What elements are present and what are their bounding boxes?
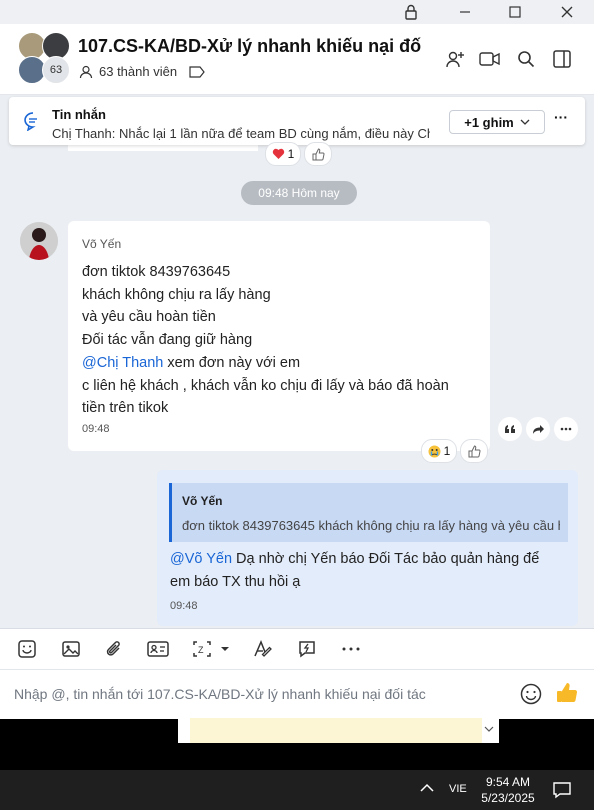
- message-line: đơn tiktok 8439763645: [82, 264, 231, 280]
- incoming-message-bubble[interactable]: Võ Yến đơn tiktok 8439763645 khách không…: [68, 221, 490, 451]
- pinned-more-icon[interactable]: ···: [554, 109, 568, 125]
- format-text-icon[interactable]: [252, 638, 274, 660]
- time-separator: 09:48 Hôm nay: [241, 181, 357, 205]
- crying-reaction[interactable]: 1: [421, 439, 457, 463]
- video-call-icon[interactable]: [476, 45, 504, 73]
- message-time: 09:48: [82, 423, 110, 435]
- reply-line: @Võ Yến Dạ nhờ chị Yến báo Đối Tác bảo q…: [170, 548, 560, 571]
- quoted-text: đơn tiktok 8439763645 khách không chịu r…: [182, 518, 560, 533]
- image-icon[interactable]: [60, 638, 82, 660]
- emoji-icon[interactable]: [520, 683, 542, 705]
- language-indicator[interactable]: VIE: [449, 783, 467, 795]
- member-count[interactable]: 63 thành viên: [99, 64, 177, 79]
- pinned-count-label: +1 ghim: [464, 114, 514, 130]
- avatar-count: 63: [42, 56, 70, 84]
- sender-avatar[interactable]: [20, 222, 58, 260]
- pinned-message-bar[interactable]: Tin nhắn Chị Thanh: Nhắc lại 1 lần nữa đ…: [9, 97, 585, 145]
- more-icon[interactable]: [340, 638, 362, 660]
- screenshot-icon[interactable]: Z: [192, 638, 232, 660]
- pinned-text: Chị Thanh: Nhắc lại 1 lần nữa để team BD…: [52, 126, 430, 141]
- attach-icon[interactable]: [103, 638, 125, 660]
- add-member-icon[interactable]: [441, 45, 469, 73]
- tag-icon[interactable]: [189, 65, 205, 78]
- minimize-icon[interactable]: [453, 2, 477, 22]
- mention-link[interactable]: @Võ Yến: [170, 551, 232, 567]
- pinned-count-button[interactable]: +1 ghim: [449, 110, 545, 134]
- lock-icon: [399, 2, 423, 22]
- heart-icon: [272, 148, 285, 160]
- message-time: 09:48: [170, 600, 198, 612]
- heart-reaction[interactable]: 1: [265, 142, 301, 166]
- message-line: khách không chịu ra lấy hàng: [82, 286, 271, 303]
- member-icon: [79, 65, 93, 79]
- clock-date: 5/23/2025: [481, 791, 535, 805]
- tray-chevron-up-icon[interactable]: [420, 783, 434, 793]
- message-more-icon[interactable]: [554, 417, 578, 441]
- notification-icon[interactable]: [552, 780, 572, 800]
- like-reaction-button[interactable]: [304, 142, 332, 166]
- thumbs-up-outline-icon: [468, 444, 481, 458]
- chevron-down-icon: [520, 119, 530, 125]
- quick-message-icon[interactable]: [296, 638, 318, 660]
- thumbs-up-outline-icon: [312, 147, 325, 161]
- contact-card-icon[interactable]: [147, 638, 169, 660]
- sticker-icon[interactable]: [16, 638, 38, 660]
- message-text: đơn tiktok 8439763645 khách không chịu r…: [82, 261, 449, 420]
- previous-message-bubble: [68, 145, 258, 151]
- message-list[interactable]: Tin nhắn Chị Thanh: Nhắc lại 1 lần nữa đ…: [0, 95, 594, 628]
- thumbs-up-icon[interactable]: [555, 681, 579, 705]
- window-titlebar: [0, 0, 594, 24]
- conversation-header: 63 107.CS-KA/BD-Xử lý nhanh khiếu nại đố…: [0, 24, 594, 95]
- quoted-message[interactable]: Võ Yến đơn tiktok 8439763645 khách không…: [169, 483, 568, 542]
- background-window-fragment: [178, 718, 499, 743]
- forward-icon[interactable]: [526, 417, 550, 441]
- tray-clock[interactable]: 9:54 AM 5/23/2025: [478, 774, 538, 806]
- search-icon[interactable]: [512, 45, 540, 73]
- message-input[interactable]: [14, 682, 504, 706]
- composer: [0, 669, 594, 719]
- mention-link[interactable]: @Chị Thanh: [82, 355, 163, 371]
- reply-line-text: Dạ nhờ chị Yến báo Đối Tác bảo quản hàng…: [232, 551, 540, 567]
- maximize-icon[interactable]: [503, 2, 527, 22]
- outgoing-message-bubble[interactable]: Võ Yến đơn tiktok 8439763645 khách không…: [157, 470, 578, 626]
- reply-text: @Võ Yến Dạ nhờ chị Yến báo Đối Tác bảo q…: [170, 548, 560, 593]
- quoted-sender: Võ Yến: [182, 494, 223, 508]
- crying-reaction-count: 1: [443, 444, 451, 458]
- close-icon[interactable]: [555, 2, 579, 22]
- background-window-field: [190, 718, 482, 743]
- message-line: c liên hệ khách , khách vẫn ko chịu đi l…: [82, 377, 449, 394]
- pinned-title: Tin nhắn: [52, 107, 106, 122]
- heart-reaction-count: 1: [287, 147, 295, 161]
- svg-text:Z: Z: [198, 645, 204, 655]
- group-title: 107.CS-KA/BD-Xử lý nhanh khiếu nại đối t…: [78, 36, 421, 56]
- taskbar: VIE 9:54 AM 5/23/2025: [0, 770, 594, 810]
- sender-name[interactable]: Võ Yến: [82, 237, 121, 251]
- reply-quote-icon[interactable]: [498, 417, 522, 441]
- crying-face-icon: [428, 445, 441, 458]
- message-line: và yêu cầu hoàn tiền: [82, 309, 216, 326]
- chevron-down-icon: [484, 726, 494, 732]
- message-bubble-icon: [23, 111, 43, 131]
- message-line: Đối tác vẫn đang giữ hàng: [82, 332, 253, 349]
- message-line-text: xem đơn này với em: [163, 354, 301, 371]
- clock-time: 9:54 AM: [485, 775, 531, 789]
- message-line: @Chị Thanh xem đơn này với em: [82, 352, 449, 375]
- reply-line: em báo TX thu hồi ạ: [170, 573, 301, 590]
- message-line: tiền trên tikok: [82, 400, 169, 417]
- composer-toolbar: Z: [0, 628, 594, 669]
- group-avatar[interactable]: 63: [18, 32, 70, 84]
- like-reaction-button[interactable]: [460, 439, 488, 463]
- toggle-sidebar-icon[interactable]: [548, 45, 576, 73]
